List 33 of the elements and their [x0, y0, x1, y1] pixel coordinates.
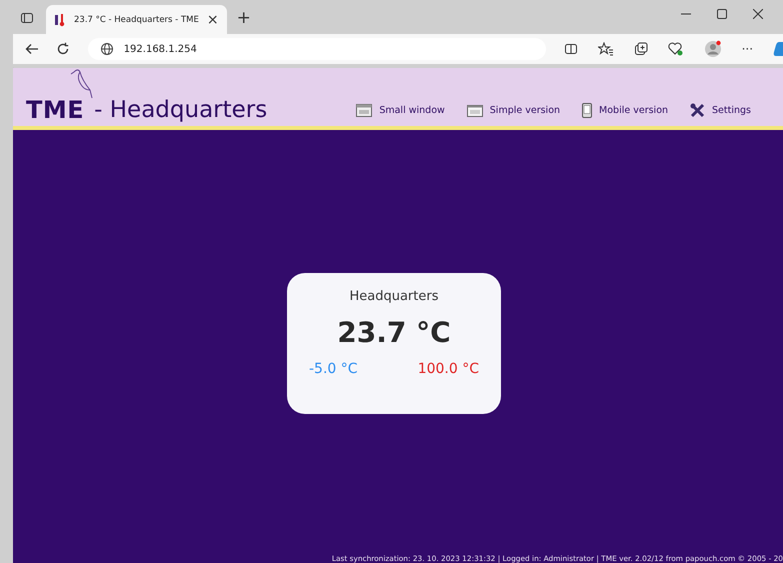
close-icon[interactable]	[753, 9, 763, 19]
header-link[interactable]: Settings	[690, 103, 751, 118]
maximize-icon[interactable]	[717, 9, 727, 19]
favorites-icon[interactable]	[598, 42, 614, 56]
split-screen-icon[interactable]	[564, 42, 578, 56]
window-icon	[356, 104, 372, 117]
maximum-temperature: 100.0 °C	[418, 361, 479, 377]
window-icon	[466, 104, 483, 116]
browser-tab[interactable]: 23.7 °C - Headquarters - TME ×	[46, 5, 227, 34]
sensor-name: Headquarters	[349, 289, 438, 304]
close-tab-button[interactable]: ×	[206, 12, 219, 28]
collections-icon[interactable]	[634, 42, 648, 56]
bird-icon	[68, 68, 94, 100]
globe-icon	[100, 42, 114, 56]
address-bar[interactable]: 192.168.1.254	[88, 38, 546, 60]
tab-actions-icon[interactable]	[20, 11, 34, 25]
header-link[interactable]: Small window	[356, 103, 445, 118]
header-link[interactable]: Mobile version	[582, 103, 668, 118]
new-tab-button[interactable]: +	[236, 8, 251, 28]
heart-pulse-icon[interactable]	[668, 42, 684, 56]
tab-title: 23.7 °C - Headquarters - TME	[74, 14, 199, 24]
phone-icon	[582, 103, 592, 118]
logo-text: TME	[26, 96, 84, 124]
temperature-value: 23.7 °C	[337, 316, 451, 349]
refresh-icon[interactable]	[56, 42, 70, 56]
header-link[interactable]: Simple version	[466, 103, 560, 118]
back-icon[interactable]	[25, 43, 38, 55]
tools-icon	[690, 103, 706, 118]
thermometer-icon	[54, 12, 66, 26]
minimum-temperature: -5.0 °C	[309, 361, 358, 377]
page-title: - Headquarters	[94, 97, 268, 123]
profile-avatar-icon[interactable]	[704, 40, 722, 58]
more-menu-button[interactable]: ···	[742, 42, 754, 56]
